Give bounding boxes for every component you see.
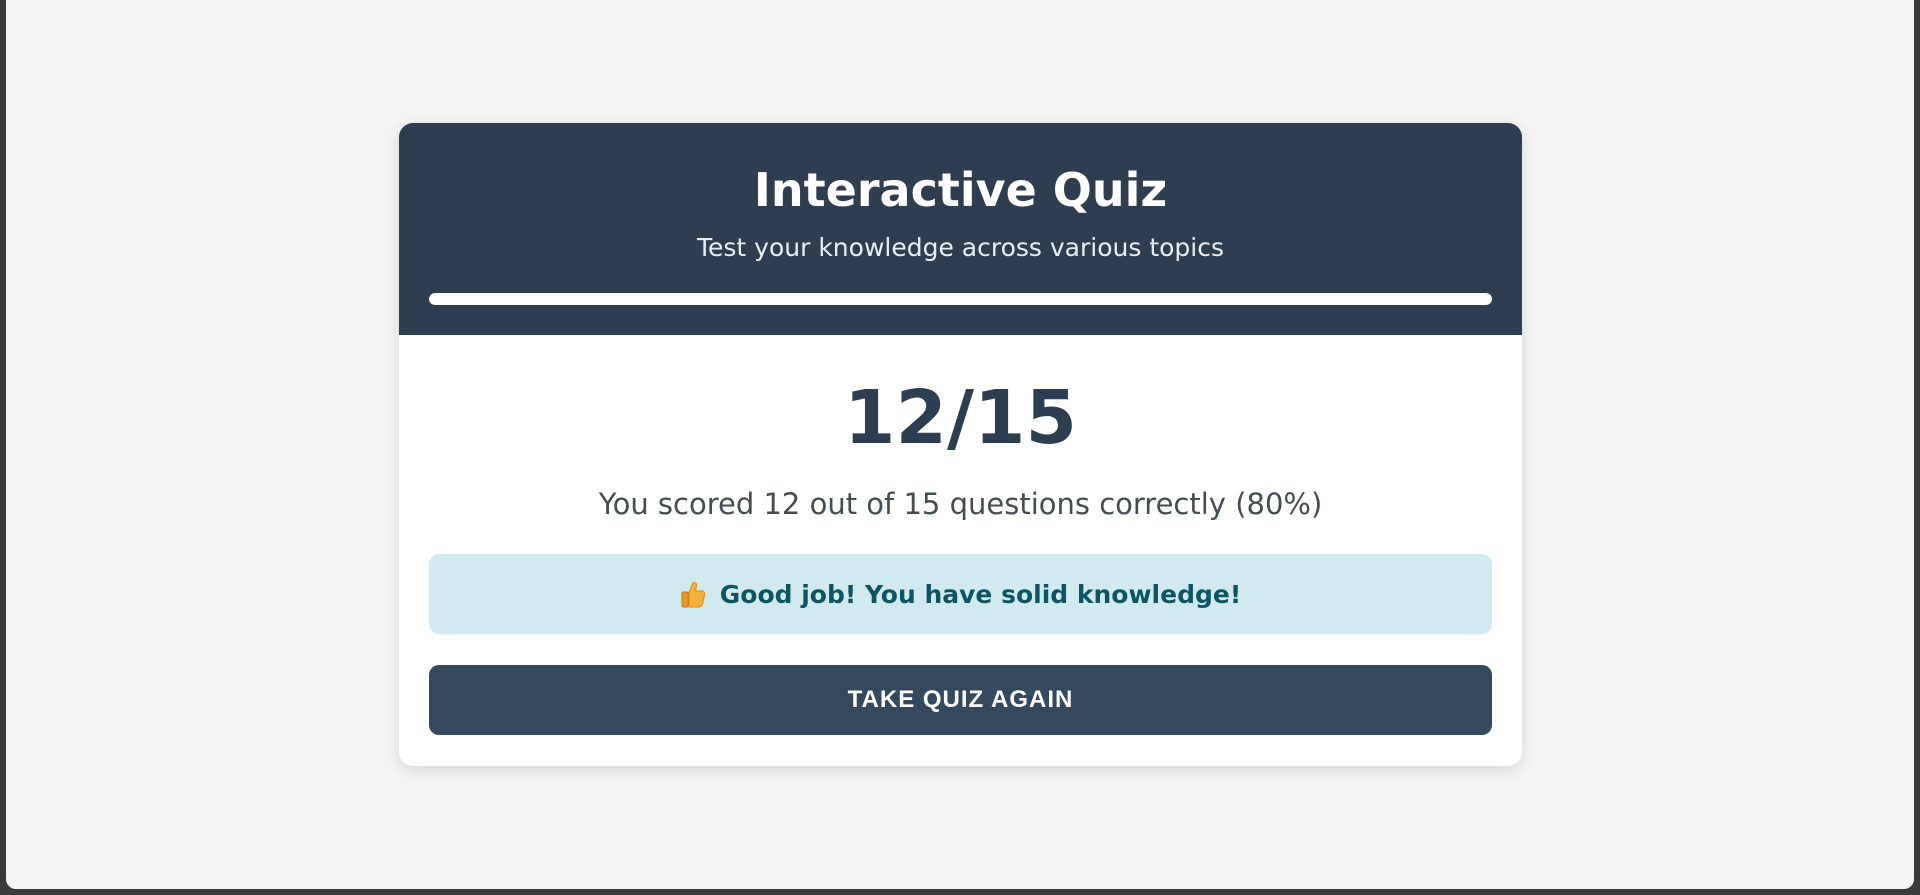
quiz-header: Interactive Quiz Test your knowledge acr… [399,123,1522,335]
score-display: 12/15 [844,375,1077,461]
page-subtitle: Test your knowledge across various topic… [696,233,1224,262]
feedback-text: Good job! You have solid knowledge! [719,579,1242,609]
take-quiz-again-button[interactable]: TAKE QUIZ AGAIN [429,665,1492,735]
feedback-message: Good job! You have solid knowledge! [429,554,1492,634]
progress-bar-fill [429,293,1492,305]
results-panel: 12/15 You scored 12 out of 15 questions … [399,335,1522,766]
score-summary: You scored 12 out of 15 questions correc… [598,487,1323,521]
quiz-card: Interactive Quiz Test your knowledge acr… [399,123,1522,766]
app-window: Interactive Quiz Test your knowledge acr… [6,0,1914,889]
thumbs-up-icon [680,580,706,608]
page-title: Interactive Quiz [753,163,1168,217]
progress-bar [429,293,1492,305]
